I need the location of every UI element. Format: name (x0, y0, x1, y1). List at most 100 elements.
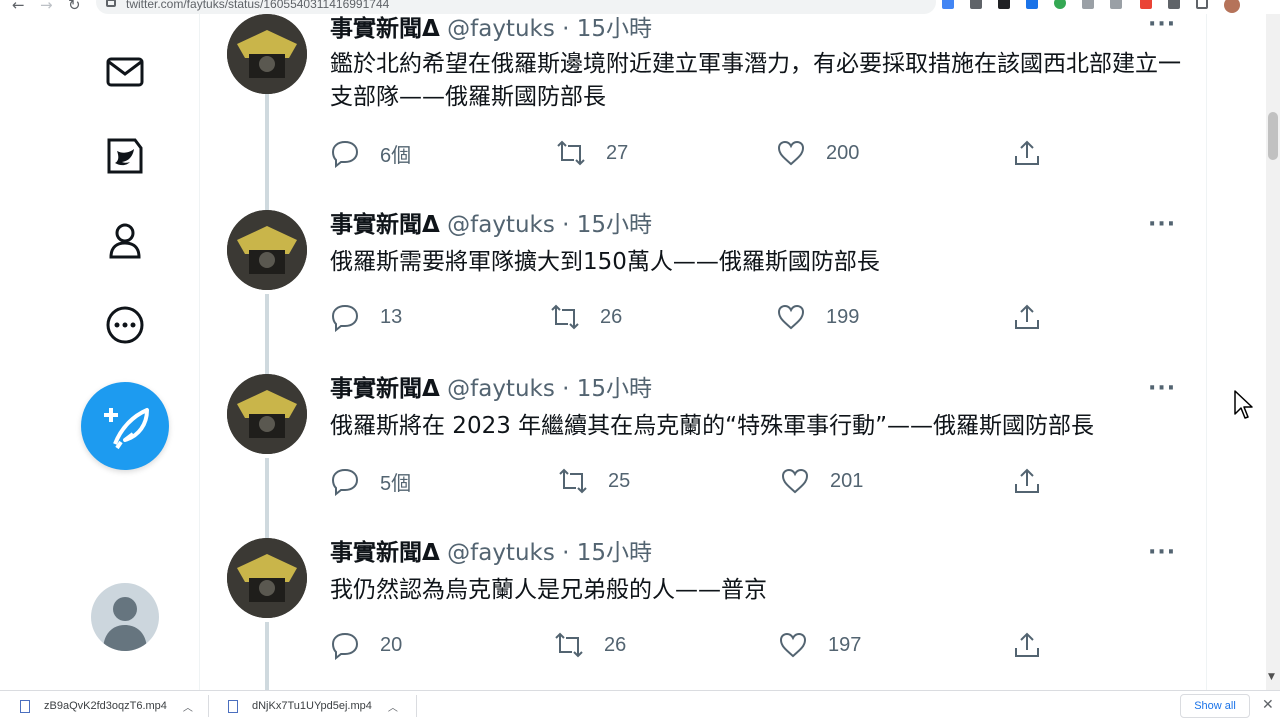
like-button[interactable]: 199 (776, 302, 859, 332)
tweet-time[interactable]: 15小時 (577, 212, 652, 238)
chevron-up-icon[interactable]: ︿ (183, 699, 193, 714)
heart-icon (777, 304, 805, 330)
reply-count: 13 (380, 305, 403, 328)
share-icon (1015, 304, 1039, 329)
separator-dot: · (562, 16, 570, 42)
share-icon (1015, 468, 1039, 493)
tweet-time[interactable]: 15小時 (577, 376, 652, 402)
tweet[interactable]: 事實新聞Δ @faytuks · 15小時 ··· 鑑於北約希望在俄羅斯邊境附近… (200, 12, 1206, 184)
tweet-text: 俄羅斯將在 2023 年繼續其在烏克蘭的“特殊軍事行動”——俄羅斯國防部長 (330, 413, 1094, 439)
extension-icon[interactable] (1140, 0, 1152, 9)
author-handle[interactable]: @faytuks (447, 376, 555, 402)
extension-icon[interactable] (1110, 0, 1122, 9)
tweet-text: 俄羅斯需要將軍隊擴大到150萬人——俄羅斯國防部長 (330, 249, 880, 275)
reply-button[interactable]: 13 (330, 302, 402, 332)
tweet-time[interactable]: 15小時 (577, 540, 652, 566)
retweet-button[interactable]: 26 (554, 630, 626, 660)
tweet[interactable]: 事實新聞Δ @faytuks · 15小時 ··· 俄羅斯將在 2023 年繼續… (200, 374, 1206, 504)
retweet-icon (557, 140, 585, 166)
compose-tweet-button[interactable] (81, 382, 169, 470)
retweet-button[interactable]: 27 (556, 138, 628, 168)
like-button[interactable]: 201 (780, 466, 863, 496)
browser-toolbar: ← → ↻ twitter.com/faytuks/status/1605540… (0, 0, 1280, 14)
share-button[interactable] (1012, 630, 1042, 660)
reply-count: 5個 (380, 472, 412, 495)
retweet-button[interactable]: 26 (550, 302, 622, 332)
retweet-count: 26 (604, 633, 627, 656)
tweet-avatar[interactable] (227, 14, 307, 94)
extension-icon[interactable] (1082, 0, 1094, 9)
author-name[interactable]: 事實新聞Δ (330, 212, 440, 238)
file-icon (228, 699, 238, 713)
back-arrow-icon[interactable]: ← (12, 0, 25, 14)
address-bar[interactable]: twitter.com/faytuks/status/1605540311416… (96, 0, 936, 14)
reply-count: 6個 (380, 144, 412, 167)
reload-icon[interactable]: ↻ (68, 0, 81, 14)
share-icon (1015, 632, 1039, 657)
author-handle[interactable]: @faytuks (447, 212, 555, 238)
extension-icon[interactable] (942, 0, 954, 9)
bookmarks-icon[interactable] (105, 136, 145, 176)
reply-button[interactable]: 20 (330, 630, 402, 660)
puzzle-icon[interactable] (1168, 0, 1180, 9)
separator-dot: · (562, 212, 570, 238)
reply-icon (331, 632, 359, 660)
retweet-icon (555, 632, 583, 658)
author-handle[interactable]: @faytuks (447, 16, 555, 42)
author-name[interactable]: 事實新聞Δ (330, 16, 440, 42)
account-avatar[interactable] (91, 583, 159, 651)
sidepanel-icon[interactable] (1196, 0, 1208, 9)
retweet-icon (559, 468, 587, 494)
share-icon (1015, 140, 1039, 165)
reply-button[interactable]: 5個 (330, 466, 411, 496)
forward-arrow-icon[interactable]: → (40, 0, 53, 14)
file-icon (20, 699, 30, 713)
like-count: 200 (826, 141, 860, 164)
share-button[interactable] (1012, 138, 1042, 168)
profile-avatar-icon[interactable] (1224, 0, 1240, 13)
share-button[interactable] (1012, 466, 1042, 496)
tweet-time[interactable]: 15小時 (577, 16, 652, 42)
more-options-icon[interactable] (105, 305, 145, 345)
feather-plus-icon (104, 408, 149, 450)
tweet[interactable]: 事實新聞Δ @faytuks · 15小時 ··· 俄羅斯需要將軍隊擴大到150… (200, 210, 1206, 340)
divider (416, 695, 417, 717)
download-item[interactable]: zB9aQvK2fd3oqzT6.mp4 ︿ (20, 691, 193, 721)
more-options-icon[interactable]: ··· (1148, 376, 1176, 401)
profile-icon[interactable] (105, 220, 145, 260)
extension-icon[interactable] (998, 0, 1010, 9)
tweet-avatar[interactable] (227, 538, 307, 618)
like-button[interactable]: 197 (778, 630, 861, 660)
close-icon[interactable]: ✕ (1262, 697, 1274, 713)
author-name[interactable]: 事實新聞Δ (330, 376, 440, 402)
tweet[interactable]: 事實新聞Δ @faytuks · 15小時 ··· 我仍然認為烏克蘭人是兄弟般的… (200, 538, 1206, 668)
tweet-avatar[interactable] (227, 210, 307, 290)
show-all-downloads-button[interactable]: Show all (1180, 694, 1250, 718)
tweet-avatar[interactable] (227, 374, 307, 454)
mouse-pointer-icon (1234, 390, 1254, 420)
download-item[interactable]: dNjKx7Tu1UYpd5ej.mp4 ︿ (228, 691, 398, 721)
extension-icon[interactable] (1026, 0, 1038, 9)
more-options-icon[interactable]: ··· (1148, 12, 1176, 37)
scrollbar-thumb[interactable] (1268, 112, 1278, 160)
scroll-down-arrow-icon[interactable]: ▼ (1268, 672, 1275, 682)
more-options-icon[interactable]: ··· (1148, 540, 1176, 565)
chevron-up-icon[interactable]: ︿ (388, 699, 398, 714)
messages-icon[interactable] (105, 52, 145, 92)
like-count: 199 (826, 305, 860, 328)
author-handle[interactable]: @faytuks (447, 540, 555, 566)
author-name[interactable]: 事實新聞Δ (330, 540, 440, 566)
extension-icon[interactable] (970, 0, 982, 9)
more-options-icon[interactable]: ··· (1148, 212, 1176, 237)
reply-icon (331, 468, 359, 496)
retweet-button[interactable]: 25 (558, 466, 630, 496)
like-button[interactable]: 200 (776, 138, 859, 168)
retweet-count: 27 (606, 141, 629, 164)
extension-icon[interactable] (1054, 0, 1066, 9)
heart-icon (781, 468, 809, 494)
download-bar: zB9aQvK2fd3oqzT6.mp4 ︿ dNjKx7Tu1UYpd5ej.… (0, 690, 1280, 720)
reply-button[interactable]: 6個 (330, 138, 411, 168)
like-count: 197 (828, 633, 862, 656)
share-button[interactable] (1012, 302, 1042, 332)
reply-icon (331, 304, 359, 332)
